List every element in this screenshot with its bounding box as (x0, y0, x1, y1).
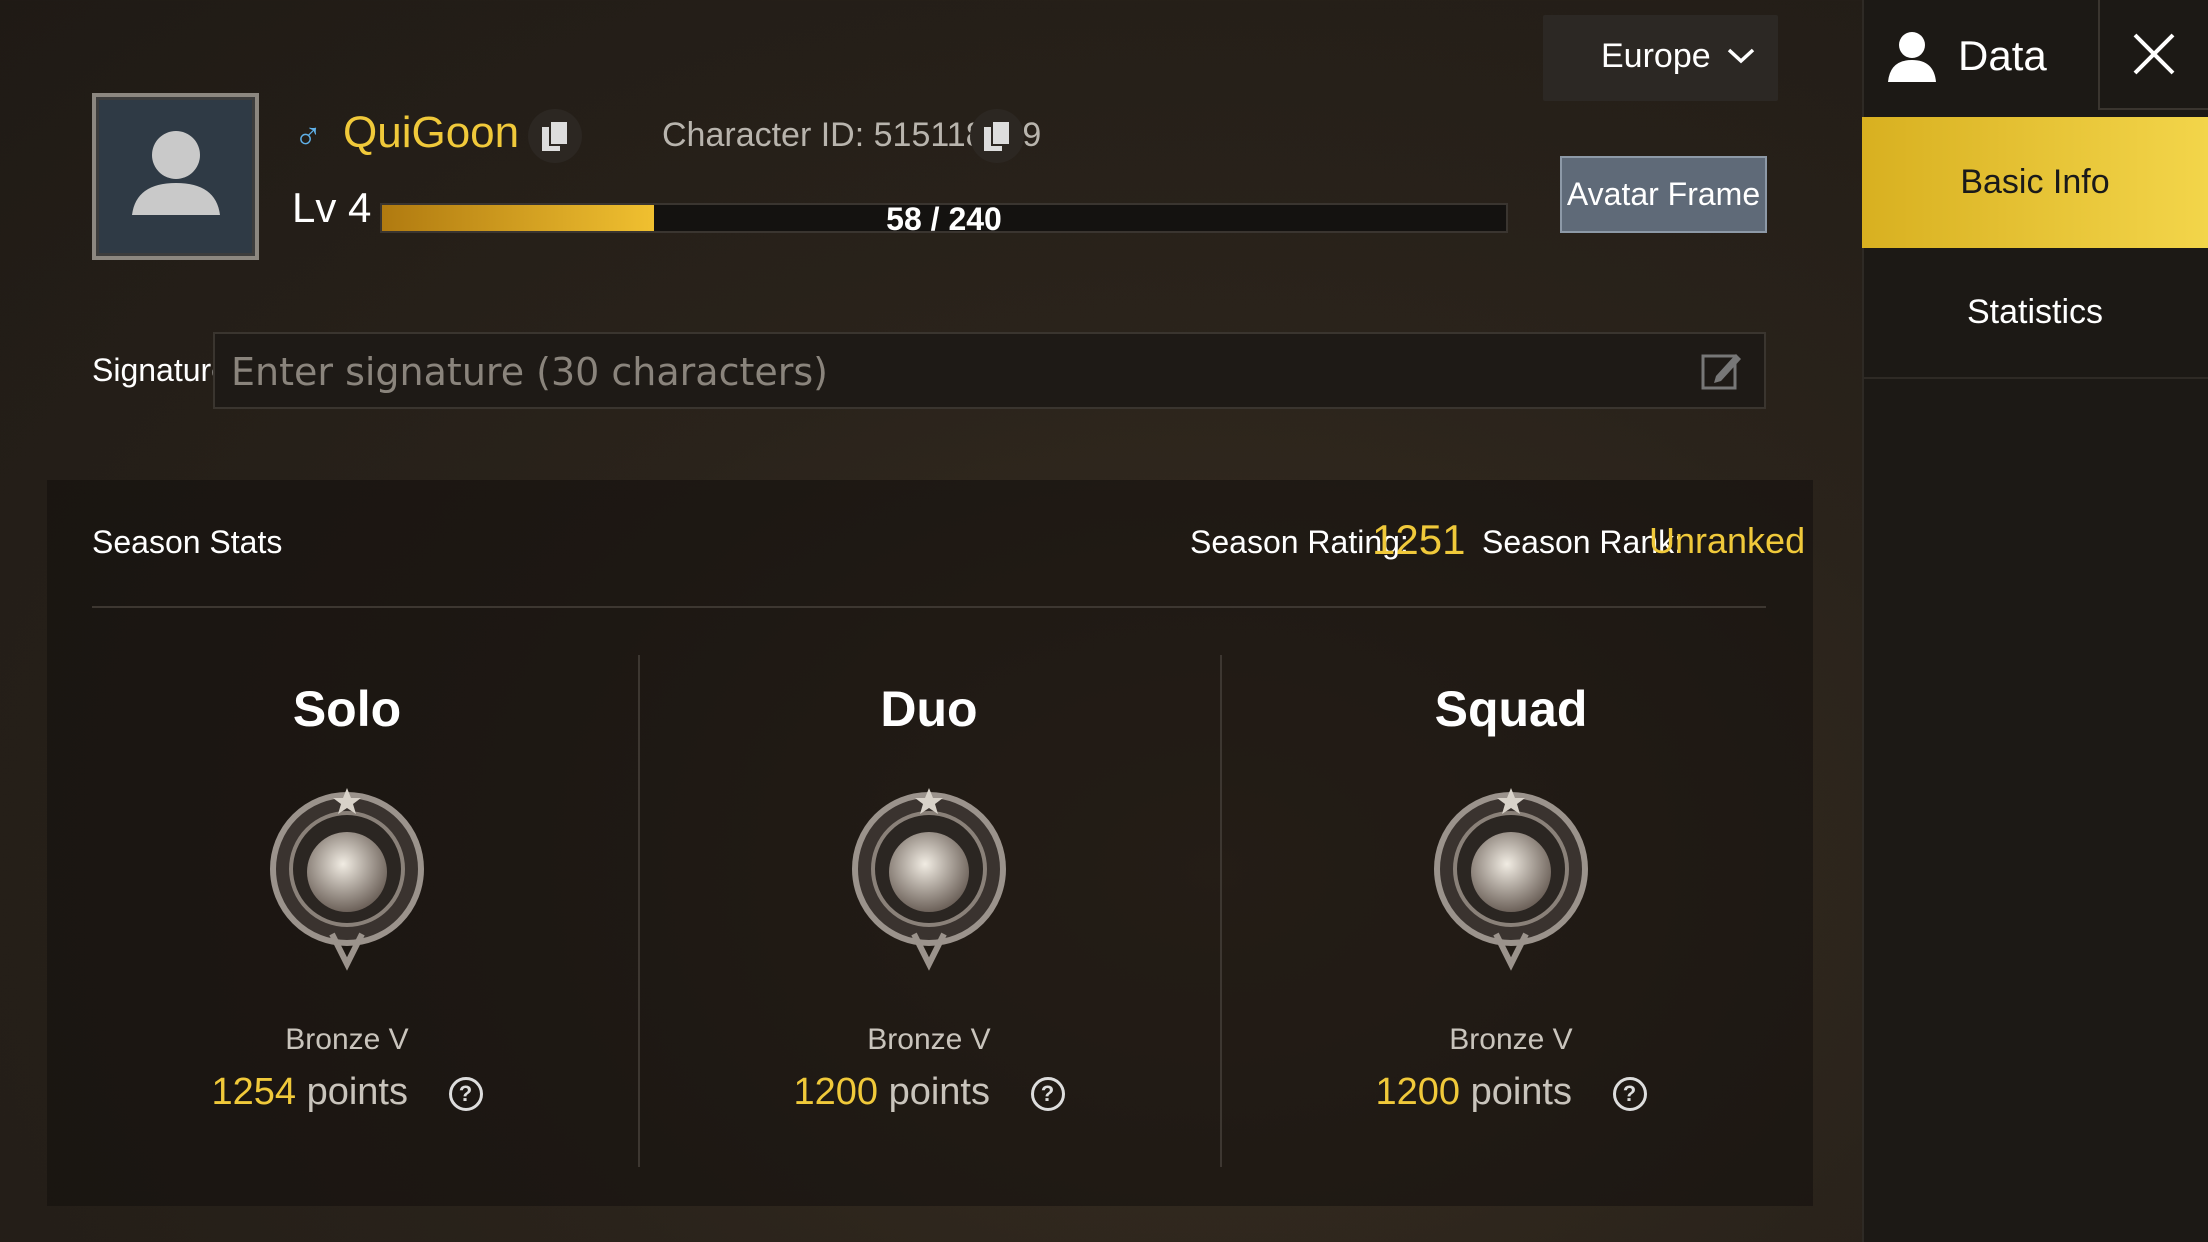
mode-points: 1200 points ? (639, 1071, 1219, 1114)
xp-progress-text: 58 / 240 (886, 201, 1002, 237)
avatar-frame-button[interactable]: Avatar Frame (1560, 156, 1767, 233)
chevron-down-icon (1727, 48, 1755, 64)
help-icon[interactable]: ? (448, 1076, 483, 1111)
rank-badge-icon (852, 788, 1006, 971)
avatar-placeholder-icon (132, 131, 220, 215)
mode-tier: Bronze V (867, 1023, 991, 1056)
player-avatar[interactable] (92, 93, 259, 260)
player-level: Lv 4 (292, 184, 372, 231)
sidebar-title: Data (1958, 32, 2047, 79)
mode-points-value: 1200 (793, 1071, 878, 1113)
season-rank-value: Unranked (1649, 520, 1806, 561)
copy-icon (542, 120, 569, 151)
help-icon[interactable]: ? (1030, 1076, 1065, 1111)
season-rating-value: 1251 (1372, 516, 1466, 563)
divider (92, 606, 1766, 608)
mode-points-label: points (1470, 1071, 1572, 1113)
mode-title: Solo (292, 681, 402, 737)
user-icon (1888, 32, 1936, 82)
edit-icon[interactable] (1700, 348, 1744, 392)
player-name: QuiGoon (343, 108, 520, 157)
region-dropdown[interactable]: Europe (1543, 15, 1778, 101)
region-label: Europe (1601, 37, 1711, 75)
mode-squad[interactable]: Squad Bronze V 1200 points ? (1221, 680, 1801, 1114)
copy-icon (984, 120, 1011, 151)
sidebar-header: Data (1862, 0, 2098, 110)
close-icon (2133, 33, 2175, 75)
mode-solo[interactable]: Solo Bronze V 1254 points ? (57, 680, 637, 1114)
help-icon[interactable]: ? (1612, 1076, 1647, 1111)
mode-points-label: points (888, 1071, 990, 1113)
mode-points: 1254 points ? (57, 1071, 637, 1114)
mode-points-value: 1254 (211, 1071, 296, 1113)
signature-label: Signature (92, 352, 229, 388)
mode-points-label: points (306, 1071, 408, 1113)
tab-basic-info[interactable]: Basic Info (1862, 117, 2208, 248)
copy-id-button[interactable] (970, 109, 1024, 163)
copy-name-button[interactable] (528, 109, 582, 163)
tab-statistics[interactable]: Statistics (1862, 248, 2208, 379)
gender-icon: ♂ (294, 116, 323, 158)
mode-points-value: 1200 (1375, 1071, 1460, 1113)
rank-badge-icon (270, 788, 424, 971)
mode-points: 1200 points ? (1221, 1071, 1801, 1114)
mode-title: Duo (880, 681, 978, 737)
mode-duo[interactable]: Duo Bronze V 1200 points ? (639, 680, 1219, 1114)
season-stats-title: Season Stats (92, 524, 283, 560)
signature-input[interactable] (229, 334, 1673, 409)
xp-progress-bar: 58 / 240 (380, 201, 1508, 237)
mode-title: Squad (1434, 681, 1588, 737)
rank-badge-icon (1434, 788, 1588, 971)
close-button[interactable] (2098, 0, 2208, 110)
mode-tier: Bronze V (1449, 1023, 1573, 1056)
signature-field[interactable] (213, 332, 1766, 409)
mode-tier: Bronze V (285, 1023, 409, 1056)
